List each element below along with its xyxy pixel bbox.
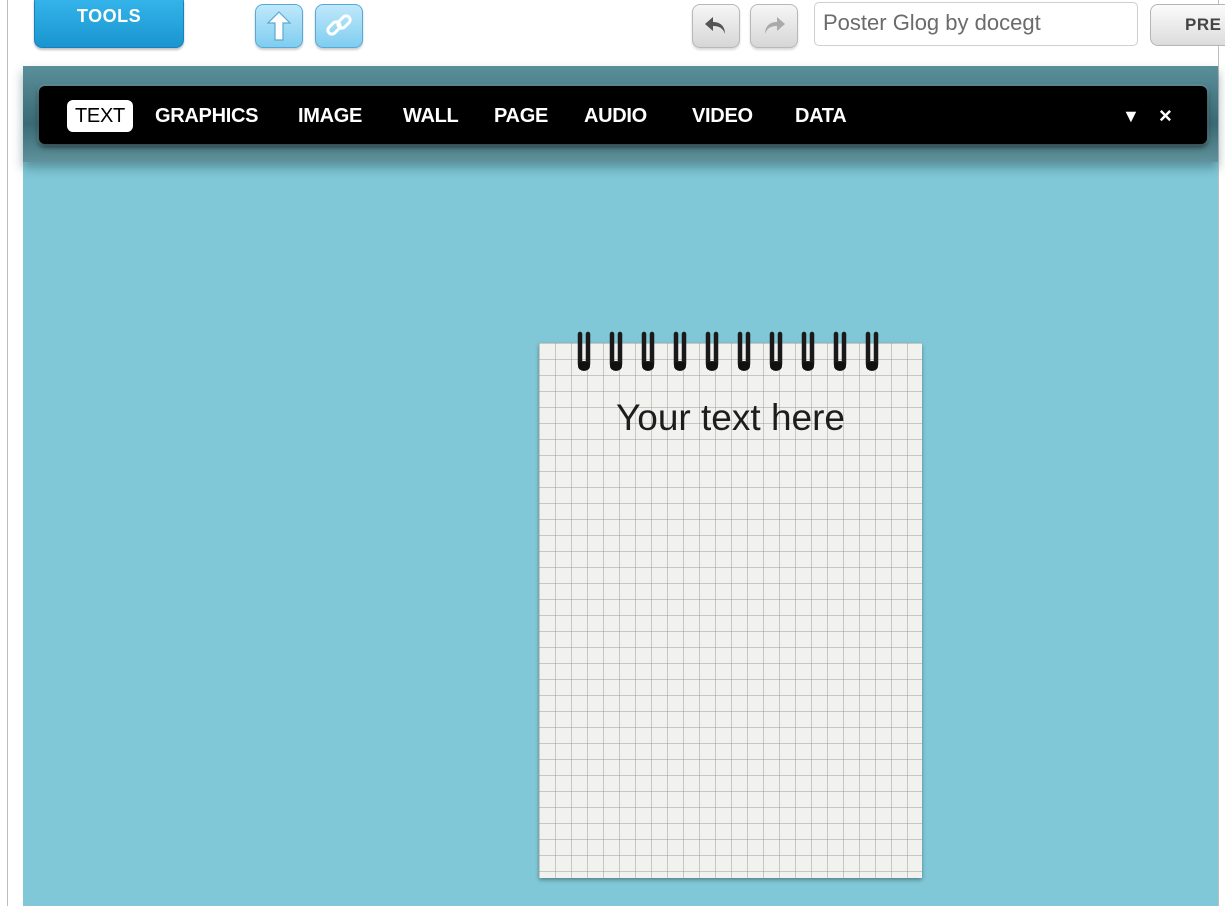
- redo-button[interactable]: [750, 4, 798, 48]
- tab-page[interactable]: PAGE: [494, 100, 548, 132]
- tab-wall[interactable]: WALL: [403, 100, 459, 132]
- spiral-binding: [577, 331, 879, 371]
- top-toolbar: TOOLS Poster Glog by docegt PRE: [8, 0, 1225, 66]
- glog-canvas[interactable]: TEXT GRAPHICS IMAGE WALL PAGE AUDIO VIDE…: [23, 66, 1218, 906]
- window-border-right: [1218, 0, 1219, 906]
- link-icon: [326, 14, 352, 36]
- tab-graphics[interactable]: GRAPHICS: [155, 100, 258, 132]
- tab-data[interactable]: DATA: [795, 100, 847, 132]
- tab-text[interactable]: TEXT: [67, 100, 133, 132]
- link-button[interactable]: [315, 4, 363, 48]
- tab-image[interactable]: IMAGE: [298, 100, 362, 132]
- tools-button[interactable]: TOOLS: [34, 0, 184, 48]
- preview-button[interactable]: PRE: [1150, 4, 1225, 46]
- menu-shelf: TEXT GRAPHICS IMAGE WALL PAGE AUDIO VIDE…: [23, 66, 1218, 162]
- window-border-left: [7, 0, 8, 906]
- collapse-icon[interactable]: ▼: [1122, 100, 1140, 132]
- undo-button[interactable]: [692, 4, 740, 48]
- undo-icon: [705, 17, 725, 34]
- tab-video[interactable]: VIDEO: [692, 100, 753, 132]
- arrow-up-icon: [266, 11, 292, 41]
- notepad-placeholder-text[interactable]: Your text here: [539, 397, 922, 439]
- redo-icon: [765, 17, 785, 34]
- close-icon[interactable]: ×: [1159, 100, 1172, 132]
- tab-audio[interactable]: AUDIO: [584, 100, 647, 132]
- glog-title-input[interactable]: Poster Glog by docegt: [814, 2, 1138, 46]
- tools-menubar: TEXT GRAPHICS IMAGE WALL PAGE AUDIO VIDE…: [39, 86, 1207, 144]
- upload-button[interactable]: [255, 4, 303, 48]
